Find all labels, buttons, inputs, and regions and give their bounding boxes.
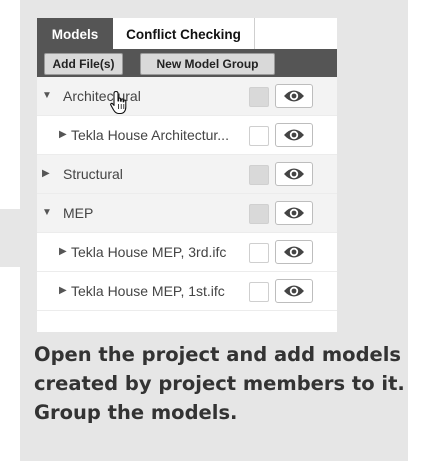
tree-group-row[interactable]: ▶ Structural xyxy=(37,155,337,194)
visibility-toggle[interactable] xyxy=(275,84,313,108)
select-checkbox[interactable] xyxy=(249,126,269,146)
expand-arrow-icon[interactable]: ▶ xyxy=(59,116,67,154)
tree-group-row[interactable]: ▼ MEP xyxy=(37,194,337,233)
model-label: Tekla House MEP, 1st.ifc xyxy=(71,283,225,299)
visibility-toggle[interactable] xyxy=(275,240,313,264)
eye-icon xyxy=(284,90,304,102)
eye-icon xyxy=(284,207,304,219)
instruction-caption: Open the project and add models created … xyxy=(34,343,405,424)
select-checkbox[interactable] xyxy=(249,204,269,224)
expand-arrow-icon[interactable]: ▶ xyxy=(59,233,67,271)
group-label: MEP xyxy=(63,205,94,221)
tree-group-row[interactable]: ▼ Architectural xyxy=(37,77,337,116)
group-label: Structural xyxy=(63,166,123,182)
expand-arrow-icon[interactable]: ▼ xyxy=(42,77,52,115)
models-panel: Models Conflict Checking Add File(s) New… xyxy=(37,18,337,332)
expand-arrow-icon[interactable]: ▶ xyxy=(59,272,67,310)
instruction-card: Models Conflict Checking Add File(s) New… xyxy=(20,0,408,461)
eye-icon xyxy=(284,246,304,258)
tab-conflict-checking[interactable]: Conflict Checking xyxy=(113,18,255,49)
select-checkbox[interactable] xyxy=(249,282,269,302)
model-label: Tekla House MEP, 3rd.ifc xyxy=(71,244,227,260)
side-strip xyxy=(0,209,20,267)
toolbar: Add File(s) New Model Group xyxy=(37,49,337,77)
eye-icon xyxy=(284,129,304,141)
eye-icon xyxy=(284,168,304,180)
tree-model-row[interactable]: ▶ Tekla House MEP, 1st.ifc xyxy=(37,272,337,311)
tab-bar: Models Conflict Checking xyxy=(37,18,337,49)
tree-model-row[interactable]: ▶ Tekla House MEP, 3rd.ifc xyxy=(37,233,337,272)
tab-models[interactable]: Models xyxy=(37,18,113,49)
visibility-toggle[interactable] xyxy=(275,162,313,186)
visibility-toggle[interactable] xyxy=(275,123,313,147)
eye-icon xyxy=(284,285,304,297)
select-checkbox[interactable] xyxy=(249,165,269,185)
expand-arrow-icon[interactable]: ▼ xyxy=(42,194,52,232)
select-checkbox[interactable] xyxy=(249,87,269,107)
hand-pointer-icon xyxy=(109,90,131,116)
visibility-toggle[interactable] xyxy=(275,279,313,303)
visibility-toggle[interactable] xyxy=(275,201,313,225)
model-tree: ▼ Architectural ▶ Tekla House Architectu… xyxy=(37,77,337,311)
select-checkbox[interactable] xyxy=(249,243,269,263)
new-model-group-button[interactable]: New Model Group xyxy=(140,53,275,75)
tree-model-row[interactable]: ▶ Tekla House Architectur... xyxy=(37,116,337,155)
add-files-button[interactable]: Add File(s) xyxy=(44,53,123,75)
expand-arrow-icon[interactable]: ▶ xyxy=(42,155,50,193)
model-label: Tekla House Architectur... xyxy=(71,127,229,143)
